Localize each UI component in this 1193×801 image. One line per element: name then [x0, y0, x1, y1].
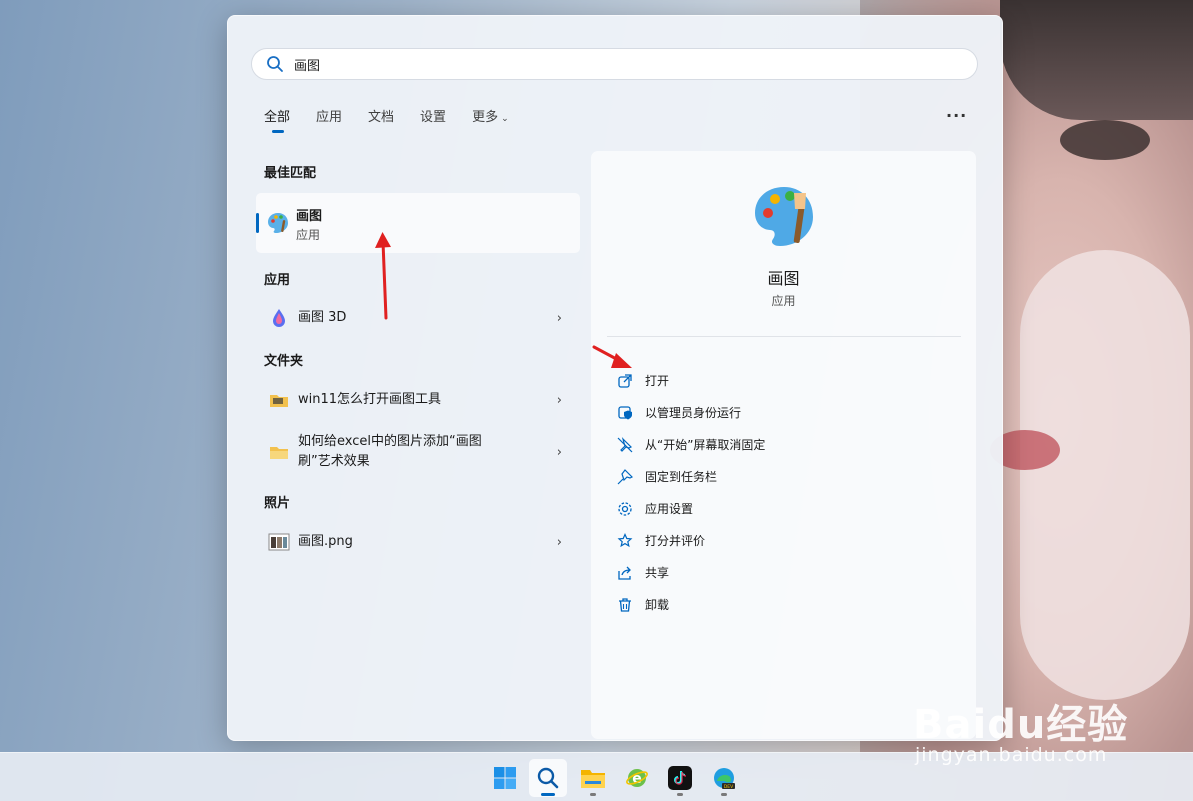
taskbar-search-button[interactable] [529, 759, 567, 797]
more-options-button[interactable]: ... [946, 102, 967, 121]
list-item[interactable]: win11怎么打开画图工具 › [256, 388, 580, 412]
action-app-settings[interactable]: 应用设置 [617, 500, 693, 517]
taskbar-edge-dev[interactable]: DEV [705, 759, 743, 797]
action-label: 共享 [645, 566, 670, 580]
share-icon [618, 566, 631, 580]
action-run-as-admin[interactable]: 以管理员身份运行 [617, 404, 741, 421]
tab-more-label: 更多 [472, 110, 499, 125]
folder-icon [270, 395, 288, 407]
action-share[interactable]: 共享 [617, 564, 669, 581]
open-external-icon [618, 373, 632, 388]
taskbar-start-button[interactable] [486, 759, 524, 797]
folders-heading: 文件夹 [264, 354, 304, 369]
tab-more[interactable]: 更多 ⌄ [472, 106, 509, 125]
pin-icon [617, 468, 633, 484]
action-label: 固定到任务栏 [645, 470, 718, 484]
tab-apps[interactable]: 应用 [316, 106, 342, 125]
best-match-type: 应用 [296, 228, 321, 242]
trash-icon [619, 597, 631, 612]
list-item-label: 画图.png [298, 534, 353, 549]
image-thumbnail-icon [268, 533, 290, 551]
dev-badge-text: DEV [724, 784, 734, 790]
chevron-down-icon: ⌄ [501, 114, 509, 124]
folder-icon [270, 447, 288, 459]
running-indicator [721, 793, 727, 796]
baidu-watermark: Baidu经验 jingyan.baidu.com [913, 672, 1183, 782]
edge-dev-icon: DEV [714, 768, 735, 790]
list-item-label-line1: 如何给excel中的图片添加“画图 [298, 434, 482, 449]
detail-app-type: 应用 [771, 294, 796, 308]
paint-app-icon [268, 213, 288, 233]
action-open[interactable]: 打开 [617, 372, 669, 389]
taskbar-file-explorer[interactable] [574, 759, 612, 797]
action-label: 卸载 [645, 598, 670, 612]
detail-app-name: 画图 [767, 269, 800, 288]
detail-pane: 画图 应用 打开 以管理员身份运行 从“开始”屏幕取消固定 固定到任务栏 应用设… [591, 151, 976, 739]
action-label: 打开 [645, 374, 670, 388]
list-item-label: win11怎么打开画图工具 [298, 392, 442, 407]
chevron-right-icon[interactable]: › [557, 311, 562, 326]
search-icon [537, 767, 559, 789]
active-indicator [541, 793, 555, 796]
action-uninstall[interactable]: 卸载 [617, 596, 669, 613]
file-explorer-icon [581, 770, 605, 788]
photos-heading: 照片 [264, 496, 291, 511]
tab-documents[interactable]: 文档 [368, 106, 394, 125]
action-unpin-start[interactable]: 从“开始”屏幕取消固定 [617, 436, 765, 453]
action-label: 以管理员身份运行 [645, 406, 742, 420]
wallpaper-hair [1000, 0, 1193, 120]
wallpaper-eye [1060, 120, 1150, 160]
tab-all[interactable]: 全部 [264, 106, 290, 133]
watermark-url: jingyan.baidu.com [915, 744, 1108, 766]
list-item-label: 画图 3D [298, 310, 347, 325]
action-label: 打分并评价 [645, 534, 706, 548]
windows-start-icon [494, 767, 516, 789]
best-match-heading: 最佳匹配 [264, 166, 317, 181]
selection-indicator [256, 213, 259, 233]
chevron-right-icon[interactable]: › [557, 535, 562, 550]
list-item-label: 如何给excel中的图片添加“画图 刷”艺术效果 [298, 432, 482, 472]
gear-icon [618, 501, 632, 516]
filter-tabs: 全部 应用 文档 设置 更多 ⌄ [264, 106, 535, 133]
action-label: 从“开始”屏幕取消固定 [645, 438, 766, 452]
running-indicator [590, 793, 596, 796]
ie-browser-icon: e [626, 769, 648, 787]
tab-settings[interactable]: 设置 [420, 106, 446, 125]
list-item[interactable]: 画图 3D › [256, 306, 580, 330]
list-item[interactable]: 画图.png › [256, 530, 580, 554]
watermark-brand: Baidu经验 [913, 702, 1129, 748]
action-label: 应用设置 [645, 502, 694, 516]
action-rate-review[interactable]: 打分并评价 [617, 532, 705, 549]
taskbar-browser[interactable]: e [618, 759, 656, 797]
star-review-icon [617, 532, 633, 547]
chevron-right-icon[interactable]: › [557, 445, 562, 460]
action-pin-taskbar[interactable]: 固定到任务栏 [617, 468, 717, 485]
search-icon [267, 56, 283, 72]
divider [607, 336, 961, 337]
taskbar-tiktok[interactable] [661, 759, 699, 797]
search-box[interactable] [251, 48, 978, 80]
list-item-label-line2: 刷”艺术效果 [298, 454, 370, 469]
unpin-icon [617, 436, 633, 452]
tiktok-icon [668, 766, 692, 790]
wallpaper-hand [1020, 250, 1190, 700]
paint-app-icon [755, 187, 813, 246]
apps-heading: 应用 [264, 273, 291, 288]
annotation-arrow-up [375, 232, 391, 320]
annotation-arrow-right [592, 345, 632, 368]
search-panel: 全部 应用 文档 设置 更多⌄ ... 最佳匹配 画图 应用 应用 画图 3D … [227, 15, 1003, 741]
search-input[interactable] [292, 55, 946, 73]
list-item[interactable]: 如何给excel中的图片添加“画图 刷”艺术效果 › [256, 432, 580, 472]
best-match-item[interactable]: 画图 应用 [256, 193, 580, 253]
running-indicator [677, 793, 683, 796]
chevron-right-icon[interactable]: › [557, 393, 562, 408]
admin-shield-icon [618, 405, 632, 419]
paint-3d-icon [273, 309, 285, 327]
best-match-name: 画图 [296, 209, 323, 224]
